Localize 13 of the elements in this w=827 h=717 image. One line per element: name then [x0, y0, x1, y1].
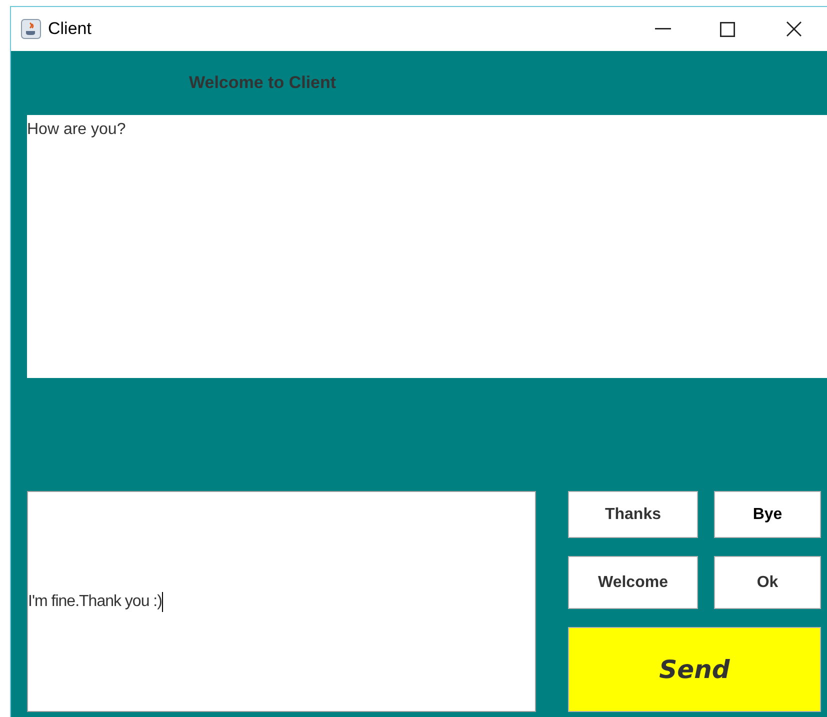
- quick-reply-button[interactable]: Welcome: [568, 556, 698, 609]
- quick-reply-button[interactable]: Thanks: [568, 491, 698, 538]
- send-button[interactable]: Send: [568, 627, 821, 712]
- window-title: Client: [48, 18, 92, 40]
- maximize-icon: [720, 22, 734, 36]
- quick-reply-button[interactable]: Ok: [714, 556, 821, 609]
- conversation-area: How are you?: [27, 115, 827, 378]
- quick-reply-button[interactable]: Bye: [714, 491, 821, 538]
- header-label: Welcome to Client: [189, 72, 336, 94]
- minimize-icon: [655, 28, 671, 30]
- message-input[interactable]: I'm fine.Thank you :): [27, 491, 536, 712]
- app-icon: [21, 19, 41, 39]
- close-icon: [786, 21, 802, 37]
